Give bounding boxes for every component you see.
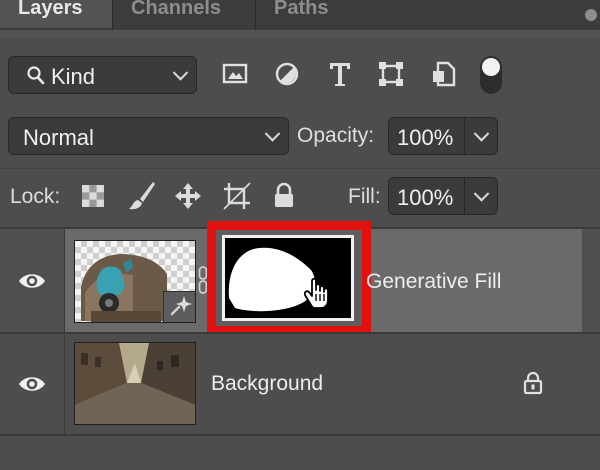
filter-toggle[interactable] bbox=[480, 56, 502, 94]
layer-mask-thumbnail bbox=[225, 238, 351, 318]
image-filter-icon[interactable] bbox=[221, 60, 249, 88]
opacity-field[interactable]: 100% bbox=[388, 117, 498, 155]
blend-mode-dropdown[interactable]: Normal bbox=[8, 117, 289, 155]
layer-row-background[interactable]: Background bbox=[0, 334, 600, 434]
mask-frame-inner bbox=[216, 230, 362, 326]
panel-header-gap bbox=[0, 30, 600, 38]
layer-thumbnail[interactable] bbox=[74, 240, 196, 323]
tab-layers[interactable]: Layers bbox=[0, 0, 112, 28]
street-image bbox=[75, 343, 195, 424]
layer-thumbnail[interactable] bbox=[74, 342, 196, 425]
lock-image-pixels-icon[interactable] bbox=[127, 180, 157, 212]
filter-toggle-knob bbox=[482, 58, 500, 76]
adjustment-filter-icon[interactable] bbox=[273, 60, 301, 88]
chevron-down-icon bbox=[264, 126, 281, 142]
fill-value: 100% bbox=[397, 185, 454, 210]
chevron-down-icon bbox=[172, 65, 189, 81]
mask-thumbnail-border[interactable] bbox=[222, 235, 354, 321]
visibility-column-divider bbox=[64, 334, 65, 434]
smart-object-filter-icon[interactable] bbox=[430, 59, 458, 89]
generative-badge-icon bbox=[170, 296, 192, 316]
shape-filter-icon[interactable] bbox=[377, 60, 405, 88]
smart-object-badge bbox=[163, 291, 195, 322]
lock-artboard-icon[interactable] bbox=[222, 181, 252, 211]
tab-channels[interactable]: Channels bbox=[113, 0, 239, 28]
hand-cursor-icon bbox=[303, 277, 329, 309]
eye-icon[interactable] bbox=[17, 271, 47, 291]
fill-field-divider bbox=[464, 178, 465, 214]
opacity-field-divider bbox=[464, 118, 465, 154]
panel-menu-dot[interactable] bbox=[585, 9, 597, 21]
chevron-down-icon[interactable] bbox=[473, 186, 490, 202]
opacity-label: Opacity: bbox=[297, 124, 375, 147]
search-icon bbox=[27, 66, 45, 85]
fill-field[interactable]: 100% bbox=[388, 177, 498, 215]
lock-position-icon[interactable] bbox=[173, 181, 203, 211]
layer-lock-icon bbox=[523, 371, 543, 395]
lock-label: Lock: bbox=[10, 185, 61, 208]
mask-highlight-frame bbox=[207, 221, 371, 335]
layer-row-generative-fill[interactable]: Generative Fill bbox=[0, 221, 600, 335]
lock-transparent-pixels-icon[interactable] bbox=[80, 183, 106, 209]
layer-name-generative-fill[interactable]: Generative Fill bbox=[366, 270, 501, 294]
visibility-column-divider bbox=[64, 229, 65, 332]
panel-tabs: Layers Channels Paths bbox=[0, 0, 600, 30]
layers-bottom-divider bbox=[0, 434, 600, 436]
blend-mode-value: Normal bbox=[23, 125, 94, 150]
fill-label: Fill: bbox=[348, 185, 381, 208]
lock-all-icon[interactable] bbox=[271, 182, 297, 210]
layer-name-background[interactable]: Background bbox=[211, 372, 323, 396]
tab-paths[interactable]: Paths bbox=[256, 0, 346, 28]
toolbar-divider bbox=[0, 168, 600, 169]
type-filter-icon[interactable] bbox=[326, 59, 354, 89]
eye-icon[interactable] bbox=[17, 374, 47, 394]
chevron-down-icon[interactable] bbox=[473, 126, 490, 142]
kind-filter-dropdown[interactable]: Kind bbox=[8, 56, 197, 94]
opacity-value: 100% bbox=[397, 125, 454, 150]
kind-filter-label: Kind bbox=[51, 64, 96, 89]
